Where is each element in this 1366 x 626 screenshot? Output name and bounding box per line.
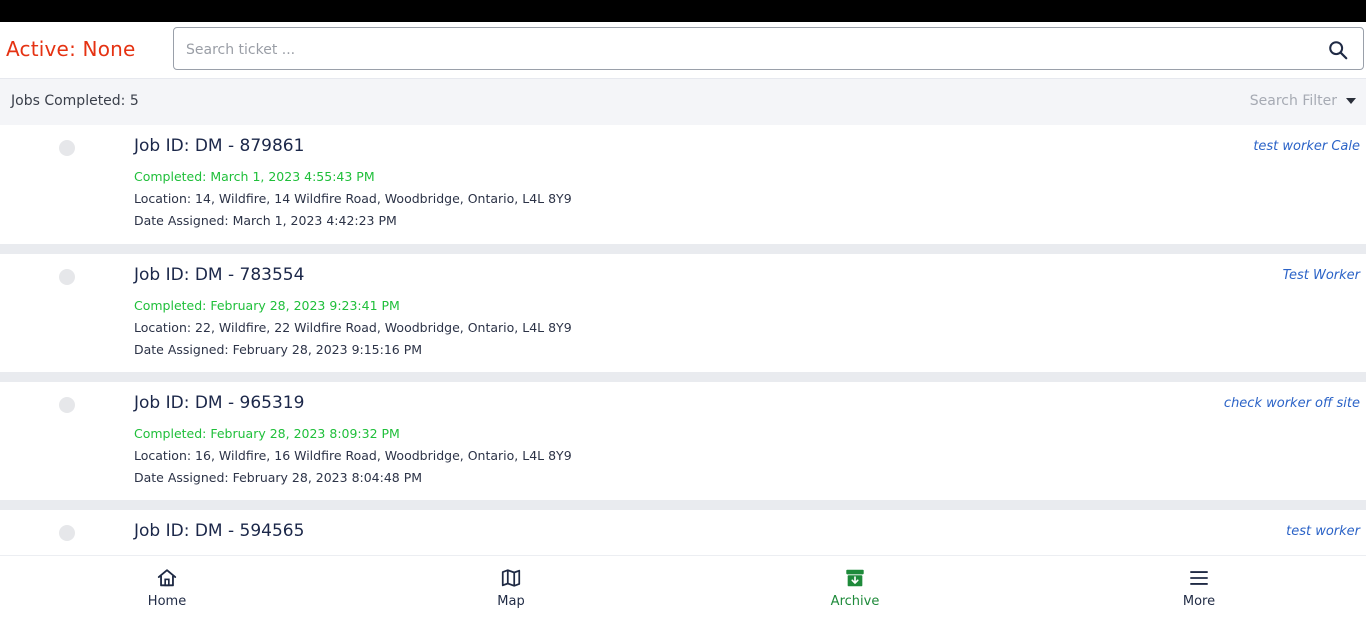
- nav-archive[interactable]: Archive: [755, 556, 955, 626]
- bottom-navigation: Home Map Archive More: [0, 555, 1366, 626]
- nav-archive-label: Archive: [830, 594, 880, 609]
- home-icon: [157, 569, 177, 587]
- job-id: Job ID: DM - 965319: [134, 393, 305, 413]
- search-box[interactable]: [173, 27, 1364, 70]
- caret-down-icon: [1346, 98, 1356, 104]
- job-card[interactable]: Job ID: DM - 783554 Test Worker Complete…: [0, 254, 1366, 372]
- job-id: Job ID: DM - 783554: [134, 265, 305, 285]
- job-id: Job ID: DM - 594565: [134, 521, 305, 541]
- nav-more[interactable]: More: [1099, 556, 1299, 626]
- nav-map[interactable]: Map: [411, 556, 611, 626]
- date-assigned: Date Assigned: March 1, 2023 4:42:23 PM: [134, 213, 397, 228]
- completed-date: Completed: February 28, 2023 9:23:41 PM: [134, 298, 400, 313]
- jobs-completed-count: Jobs Completed: 5: [11, 93, 139, 109]
- nav-home[interactable]: Home: [67, 556, 267, 626]
- active-status-label: Active: None: [6, 37, 136, 61]
- archive-icon: [846, 569, 864, 587]
- status-dot-icon[interactable]: [59, 397, 75, 413]
- status-dot-icon[interactable]: [59, 140, 75, 156]
- search-input[interactable]: [184, 37, 1308, 63]
- date-assigned: Date Assigned: February 28, 2023 8:04:48…: [134, 470, 423, 485]
- menu-icon: [1190, 571, 1208, 585]
- status-bar: [0, 0, 1366, 22]
- job-location: Location: 16, Wildfire, 16 Wildfire Road…: [134, 448, 572, 463]
- app-header: Active: None: [0, 22, 1366, 79]
- map-icon: [501, 569, 521, 587]
- filter-bar: Jobs Completed: 5 Search Filter: [0, 79, 1366, 125]
- job-card[interactable]: Job ID: DM - 879861 test worker Cale Com…: [0, 125, 1366, 244]
- job-card[interactable]: Job ID: DM - 594565 test worker: [0, 510, 1366, 555]
- job-location: Location: 14, Wildfire, 14 Wildfire Road…: [134, 191, 572, 206]
- job-card[interactable]: Job ID: DM - 965319 check worker off sit…: [0, 382, 1366, 500]
- search-filter-label: Search Filter: [1249, 93, 1337, 109]
- job-location: Location: 22, Wildfire, 22 Wildfire Road…: [134, 320, 572, 335]
- assigned-worker-link[interactable]: Test Worker: [1283, 268, 1360, 283]
- date-assigned: Date Assigned: February 28, 2023 9:15:16…: [134, 342, 423, 357]
- nav-home-label: Home: [147, 594, 187, 609]
- completed-date: Completed: February 28, 2023 8:09:32 PM: [134, 426, 400, 441]
- job-list: Job ID: DM - 879861 test worker Cale Com…: [0, 125, 1366, 555]
- job-id: Job ID: DM - 879861: [134, 136, 305, 156]
- assigned-worker-link[interactable]: check worker off site: [1224, 396, 1360, 411]
- completed-date: Completed: March 1, 2023 4:55:43 PM: [134, 169, 375, 184]
- nav-more-label: More: [1182, 594, 1216, 609]
- assigned-worker-link[interactable]: test worker Cale: [1253, 139, 1360, 154]
- search-icon[interactable]: [1327, 39, 1349, 61]
- search-filter-dropdown[interactable]: Search Filter: [1250, 93, 1356, 109]
- status-dot-icon[interactable]: [59, 525, 75, 541]
- assigned-worker-link[interactable]: test worker: [1286, 524, 1360, 539]
- nav-map-label: Map: [497, 594, 525, 609]
- status-dot-icon[interactable]: [59, 269, 75, 285]
